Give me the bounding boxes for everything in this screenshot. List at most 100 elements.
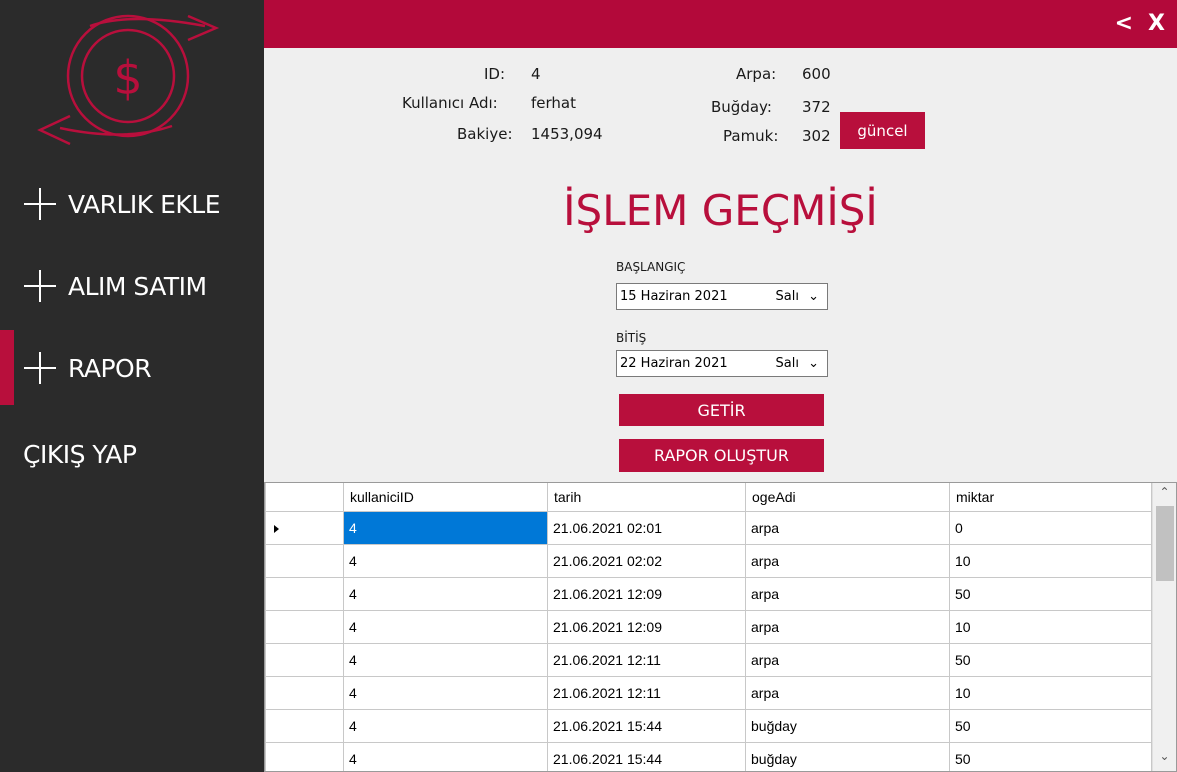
table-cell[interactable]: arpa — [745, 576, 950, 611]
username-value: ferhat — [531, 94, 576, 112]
row-header[interactable] — [265, 675, 344, 710]
table-cell[interactable]: 50 — [949, 642, 1152, 677]
scroll-up-arrow-icon[interactable]: ⌃ — [1153, 485, 1176, 505]
table-cell[interactable]: arpa — [745, 675, 950, 710]
table-cell[interactable]: 10 — [949, 543, 1152, 578]
sidebar-item-label: RAPOR — [68, 353, 152, 383]
fetch-button[interactable]: GETİR — [619, 394, 824, 426]
table-cell[interactable]: 10 — [949, 609, 1152, 644]
exchange-dollar-logo-icon: $ — [37, 14, 220, 146]
table-cell[interactable]: 21.06.2021 12:11 — [547, 675, 746, 710]
table-row[interactable]: 4 21.06.2021 12:09 arpa 50 — [265, 576, 1152, 611]
end-date-label: BİTİŞ — [616, 331, 647, 345]
table-cell[interactable]: 4 — [343, 741, 548, 771]
table-cell[interactable]: arpa — [745, 543, 950, 578]
start-date-picker[interactable]: 15 Haziran 2021 Salı ⌄ — [616, 283, 828, 310]
row-header[interactable] — [265, 642, 344, 677]
chevron-down-icon: ⌄ — [808, 289, 819, 304]
table-cell[interactable]: 4 — [343, 510, 548, 545]
table-cell[interactable]: 4 — [343, 642, 548, 677]
plus-icon — [24, 270, 56, 302]
transactions-grid[interactable]: kullaniciID tarih ogeAdi miktar 4 21.06.… — [264, 482, 1177, 772]
table-row[interactable]: 4 21.06.2021 15:44 buğday 50 — [265, 708, 1152, 743]
table-cell[interactable]: 50 — [949, 708, 1152, 743]
table-cell[interactable]: 4 — [343, 708, 548, 743]
start-date-label: BAŞLANGIÇ — [616, 260, 686, 274]
balance-value: 1453,094 — [531, 125, 603, 143]
table-cell[interactable]: 21.06.2021 12:09 — [547, 609, 746, 644]
table-cell[interactable]: 21.06.2021 15:44 — [547, 708, 746, 743]
row-header[interactable] — [265, 576, 344, 611]
transactions-table: kullaniciID tarih ogeAdi miktar 4 21.06.… — [265, 483, 1152, 771]
table-header-row: kullaniciID tarih ogeAdi miktar — [265, 483, 1152, 512]
arpa-value: 600 — [802, 65, 831, 83]
column-header-miktar[interactable]: miktar — [949, 483, 1152, 512]
table-cell[interactable]: arpa — [745, 642, 950, 677]
column-header-ogeadi[interactable]: ogeAdi — [745, 483, 950, 512]
table-cell[interactable]: 21.06.2021 12:09 — [547, 576, 746, 611]
table-cell[interactable]: buğday — [745, 741, 950, 771]
table-cell[interactable]: 21.06.2021 15:44 — [547, 741, 746, 771]
column-header-kullaniciid[interactable]: kullaniciID — [343, 483, 548, 512]
plus-icon — [24, 188, 56, 220]
user-id-value: 4 — [531, 65, 541, 83]
table-cell[interactable]: 21.06.2021 02:02 — [547, 543, 746, 578]
close-button[interactable]: X — [1148, 11, 1165, 37]
create-report-button[interactable]: RAPOR OLUŞTUR — [619, 439, 824, 472]
row-header[interactable] — [265, 510, 344, 545]
user-id-label: ID: — [484, 65, 506, 83]
back-button[interactable]: < — [1115, 11, 1133, 37]
end-date-value: 22 Haziran 2021 — [620, 356, 728, 371]
pamuk-label: Pamuk: — [723, 127, 779, 145]
row-header[interactable] — [265, 543, 344, 578]
chevron-down-icon: ⌄ — [808, 356, 819, 371]
plus-icon — [24, 352, 56, 384]
username-label: Kullanıcı Adı: — [402, 94, 498, 112]
table-cell[interactable]: 50 — [949, 576, 1152, 611]
scroll-down-arrow-icon[interactable]: ⌄ — [1153, 749, 1176, 769]
table-cell[interactable]: 0 — [949, 510, 1152, 545]
table-row[interactable]: 4 21.06.2021 02:01 arpa 0 — [265, 510, 1152, 545]
row-header[interactable] — [265, 708, 344, 743]
table-row[interactable]: 4 21.06.2021 12:11 arpa 10 — [265, 675, 1152, 710]
end-date-picker[interactable]: 22 Haziran 2021 Salı ⌄ — [616, 350, 828, 377]
table-cell[interactable]: buğday — [745, 708, 950, 743]
row-header[interactable] — [265, 609, 344, 644]
logout-button[interactable]: ÇIKIŞ YAP — [0, 422, 264, 486]
refresh-button[interactable]: güncel — [840, 112, 925, 149]
table-row[interactable]: 4 21.06.2021 02:02 arpa 10 — [265, 543, 1152, 578]
sidebar-item-rapor[interactable]: RAPOR — [0, 336, 264, 400]
row-header-corner — [265, 483, 344, 512]
bugday-label: Buğday: — [711, 98, 772, 116]
table-cell[interactable]: 50 — [949, 741, 1152, 771]
table-cell[interactable]: arpa — [745, 609, 950, 644]
end-day-value: Salı — [775, 356, 799, 371]
current-row-arrow-icon — [274, 524, 279, 533]
scrollbar-thumb[interactable] — [1156, 506, 1174, 581]
start-day-value: Salı — [775, 289, 799, 304]
table-row[interactable]: 4 21.06.2021 12:09 arpa 10 — [265, 609, 1152, 644]
pamuk-value: 302 — [802, 127, 831, 145]
logo-dollar-text: $ — [113, 51, 142, 105]
balance-label: Bakiye: — [457, 125, 513, 143]
title-bar: < X — [264, 0, 1177, 48]
sidebar-item-label: ALIM SATIM — [68, 271, 207, 301]
table-cell[interactable]: arpa — [745, 510, 950, 545]
table-cell[interactable]: 10 — [949, 675, 1152, 710]
table-cell[interactable]: 4 — [343, 543, 548, 578]
sidebar-item-alim-satim[interactable]: ALIM SATIM — [0, 254, 264, 318]
sidebar-item-varlik-ekle[interactable]: VARLIK EKLE — [0, 172, 264, 236]
arpa-label: Arpa: — [736, 65, 777, 83]
table-cell[interactable]: 21.06.2021 12:11 — [547, 642, 746, 677]
table-row[interactable]: 4 21.06.2021 15:44 buğday 50 — [265, 741, 1152, 771]
table-cell[interactable]: 4 — [343, 576, 548, 611]
logout-label: ÇIKIŞ YAP — [23, 439, 137, 469]
column-header-tarih[interactable]: tarih — [547, 483, 746, 512]
vertical-scrollbar[interactable]: ⌃ ⌄ — [1152, 483, 1176, 771]
table-cell[interactable]: 21.06.2021 02:01 — [547, 510, 746, 545]
table-row[interactable]: 4 21.06.2021 12:11 arpa 50 — [265, 642, 1152, 677]
table-cell[interactable]: 4 — [343, 675, 548, 710]
row-header[interactable] — [265, 741, 344, 771]
table-cell[interactable]: 4 — [343, 609, 548, 644]
page-title: İŞLEM GEÇMİŞİ — [563, 186, 878, 235]
